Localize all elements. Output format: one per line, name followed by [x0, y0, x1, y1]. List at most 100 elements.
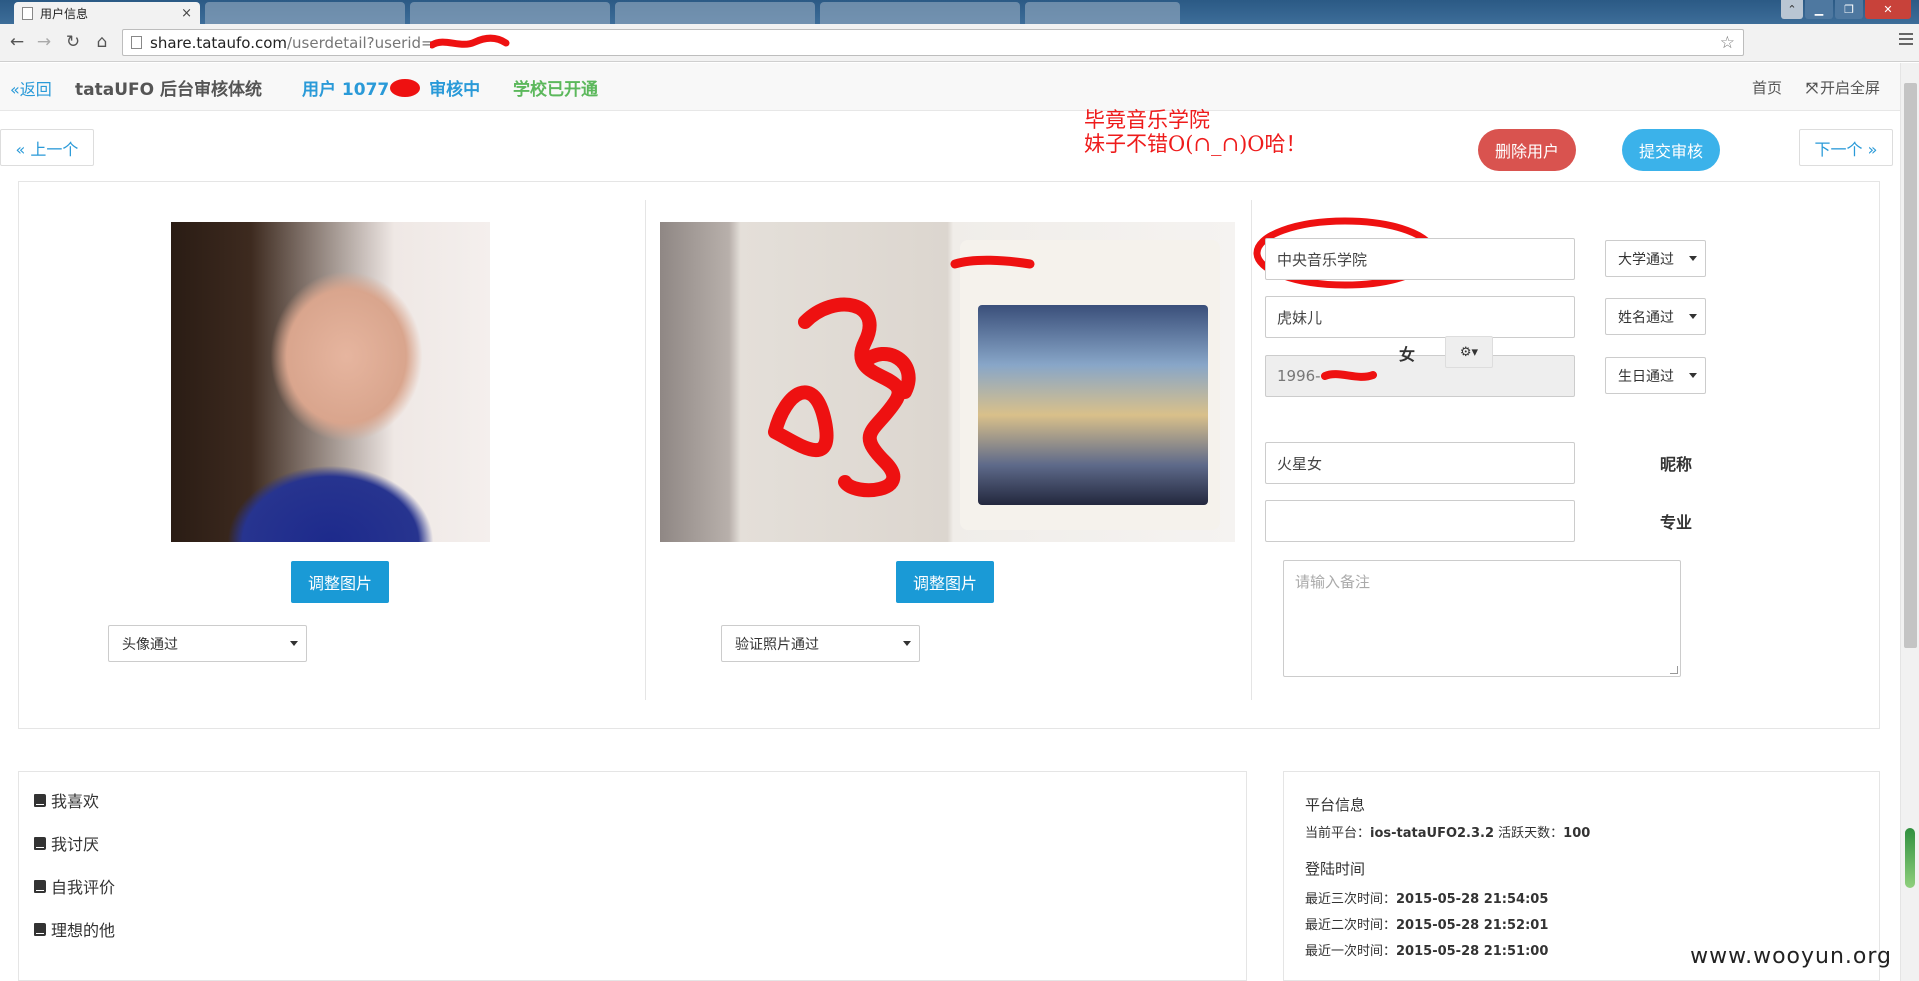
annotation-line: 妹子不错O(∩_∩)O哈！ — [1084, 132, 1307, 156]
red-annotation: 毕竟音乐学院 妹子不错O(∩_∩)O哈！ — [1084, 108, 1307, 156]
browser-tabstrip: 用户信息 × ⌃ ▁ ❐ ✕ — [0, 0, 1919, 24]
extension-badge — [1905, 828, 1915, 888]
page-icon — [22, 6, 33, 20]
login-label: 最近一次时间： — [1305, 944, 1397, 959]
major-label: 专业 — [1660, 513, 1693, 532]
pref-label: 理想的他 — [51, 921, 116, 940]
caret-down-icon — [903, 641, 911, 646]
back-arrow-icon[interactable]: ← — [6, 31, 28, 53]
platform-line: 当前平台：ios-tataUFO2.3.2 活跃天数：100 — [1305, 822, 1590, 841]
redaction-scribble — [429, 34, 510, 48]
avatar-review-value: 头像通过 — [122, 636, 178, 653]
pref-item-self-eval[interactable]: 自我评价 — [34, 874, 115, 898]
scrollbar-thumb[interactable] — [1904, 83, 1917, 648]
address-bar[interactable]: share.tataufo.com /userdetail?userid= ☆ — [122, 29, 1744, 56]
back-link[interactable]: «返回 — [10, 76, 52, 100]
url-host: share.tataufo.com — [150, 33, 287, 52]
reload-icon[interactable]: ↻ — [62, 31, 84, 53]
birthday-review-select[interactable]: 生日通过 — [1605, 357, 1706, 394]
pref-item-likes[interactable]: 我喜欢 — [34, 788, 99, 812]
bookmark-star-icon[interactable]: ☆ — [1720, 33, 1735, 53]
name-field[interactable]: 虎妹儿 — [1265, 296, 1575, 338]
verification-review-value: 验证照片通过 — [735, 636, 819, 653]
major-field[interactable] — [1265, 500, 1575, 542]
browser-tab[interactable] — [615, 2, 815, 24]
birthday-review-value: 生日通过 — [1618, 368, 1674, 385]
close-tab-icon[interactable]: × — [181, 6, 192, 21]
school-review-value: 大学通过 — [1618, 251, 1674, 268]
redaction-scribble — [390, 79, 421, 97]
card-building-image — [978, 305, 1208, 505]
watermark: www.wooyun.org — [1690, 944, 1892, 969]
birthday-value: 1996- — [1277, 367, 1321, 385]
gender-options-button[interactable]: ⚙▾ — [1445, 336, 1493, 368]
verification-photo[interactable] — [660, 222, 1235, 542]
forward-arrow-icon[interactable]: → — [33, 31, 55, 53]
user-icon[interactable]: ⌃ — [1781, 0, 1803, 19]
pref-item-dislikes[interactable]: 我讨厌 — [34, 831, 99, 855]
menu-icon[interactable] — [1899, 33, 1913, 45]
school-status: 学校已开通 — [513, 80, 598, 100]
school-field[interactable]: 中央音乐学院 — [1265, 238, 1575, 280]
redaction-scribble — [950, 255, 1035, 269]
browser-tab-active[interactable]: 用户信息 × — [14, 2, 200, 24]
tab-title: 用户信息 — [40, 6, 89, 21]
annotation-line: 毕竟音乐学院 — [1084, 108, 1210, 132]
redaction-scribble — [1320, 370, 1377, 381]
login-line: 最近三次时间：2015-05-28 21:54:05 — [1305, 888, 1548, 907]
login-line: 最近二次时间：2015-05-28 21:52:01 — [1305, 914, 1548, 933]
prev-button[interactable]: « 上一个 — [0, 129, 94, 166]
page-icon — [131, 36, 142, 49]
name-review-value: 姓名通过 — [1618, 309, 1674, 326]
platform-title: 平台信息 — [1305, 796, 1366, 814]
maximize-icon[interactable]: ❐ — [1835, 0, 1863, 19]
nickname-field[interactable]: 火星女 — [1265, 442, 1575, 484]
close-window-icon[interactable]: ✕ — [1865, 0, 1911, 19]
book-icon — [34, 922, 46, 936]
school-review-select[interactable]: 大学通过 — [1605, 240, 1706, 277]
login-line: 最近一次时间：2015-05-28 21:51:00 — [1305, 940, 1548, 959]
caret-down-icon — [1689, 314, 1697, 319]
minimize-icon[interactable]: ▁ — [1805, 0, 1833, 19]
fullscreen-link[interactable]: ⤧ 开启全屏 — [1806, 77, 1880, 98]
avatar-photo[interactable] — [171, 222, 490, 542]
adjust-avatar-button[interactable]: 调整图片 — [291, 561, 389, 603]
caret-down-icon — [1689, 256, 1697, 261]
book-icon — [34, 879, 46, 893]
browser-tab[interactable] — [410, 2, 610, 24]
avatar-review-select[interactable]: 头像通过 — [108, 625, 307, 662]
home-icon[interactable]: ⌂ — [91, 31, 113, 53]
nickname-label: 昵称 — [1660, 455, 1693, 474]
login-value: 2015-05-28 21:51:00 — [1396, 944, 1549, 959]
pref-label: 我讨厌 — [51, 835, 100, 854]
delete-user-button[interactable]: 删除用户 — [1478, 129, 1576, 171]
nickname-value: 火星女 — [1277, 454, 1323, 473]
browser-tab[interactable] — [205, 2, 405, 24]
user-review-status: 用户 1077 审核中 — [302, 75, 480, 100]
birthday-field: 1996- — [1265, 355, 1575, 397]
active-days-value: 100 — [1563, 826, 1591, 841]
remark-textarea[interactable]: 请输入备注 — [1283, 560, 1681, 677]
verification-review-select[interactable]: 验证照片通过 — [721, 625, 920, 662]
next-button[interactable]: 下一个 » — [1799, 129, 1893, 166]
page: «返回 tataUFO 后台审核体统 用户 1077 审核中 学校已开通 首页 … — [0, 63, 1900, 981]
resize-grip-icon[interactable] — [1670, 666, 1678, 674]
submit-review-button[interactable]: 提交审核 — [1622, 129, 1720, 171]
home-link[interactable]: 首页 — [1752, 77, 1782, 98]
login-label: 最近三次时间： — [1305, 892, 1397, 907]
school-value: 中央音乐学院 — [1277, 250, 1368, 269]
user-id-label: 用户 1077 — [302, 80, 390, 100]
page-scrollbar[interactable] — [1900, 63, 1919, 981]
name-review-select[interactable]: 姓名通过 — [1605, 298, 1706, 335]
adjust-verification-button[interactable]: 调整图片 — [896, 561, 994, 603]
active-days-label: 活跃天数： — [1498, 826, 1564, 841]
login-title: 登陆时间 — [1305, 860, 1366, 878]
browser-tab[interactable] — [820, 2, 1020, 24]
platform-label: 当前平台： — [1305, 826, 1371, 841]
divider — [645, 200, 646, 700]
top-nav: «返回 tataUFO 后台审核体统 用户 1077 审核中 学校已开通 首页 … — [0, 63, 1900, 111]
browser-tab[interactable] — [1025, 2, 1180, 24]
user-state-label: 审核中 — [429, 80, 481, 100]
preferences-panel: 我喜欢 我讨厌 自我评价 理想的他 — [18, 771, 1247, 981]
pref-item-ideal[interactable]: 理想的他 — [34, 917, 115, 941]
